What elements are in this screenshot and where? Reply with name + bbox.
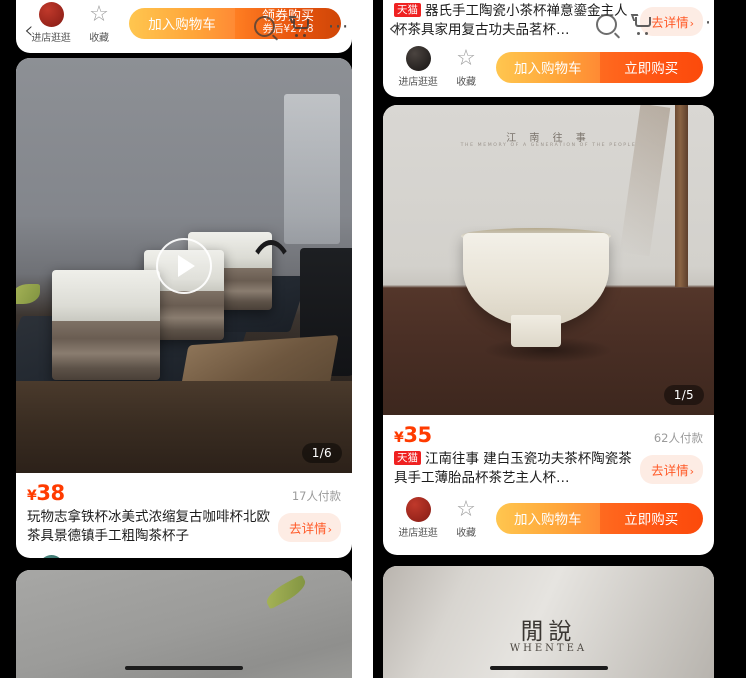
product-price-left: ¥38 [27, 481, 65, 505]
more-menu-right[interactable]: ··· [705, 14, 714, 33]
shop-entry-label: 进店逛逛 [31, 33, 71, 44]
shop-entry-label: 进店逛逛 [398, 77, 438, 89]
tmall-badge: 天猫 [394, 3, 421, 18]
product-video-left[interactable]: 1/6 [16, 58, 352, 473]
currency-symbol: ¥ [27, 488, 37, 504]
buy-now-button-right[interactable]: 立即购买 [599, 502, 703, 534]
media-pager-left: 1/6 [301, 443, 342, 463]
buy-now-button-right-top[interactable]: 立即购买 [599, 51, 703, 83]
product-info-left: ¥38 17人付款 玩物志拿铁杯冰美式浓缩复古咖啡杯北欧茶具景德镇手工粗陶茶杯子… [16, 473, 352, 558]
title-text: 江南往事 建白玉瓷功夫茶杯陶瓷茶具手工薄胎品杯茶艺主人杯… [394, 451, 632, 487]
next-watermark-cn: 閒說 [520, 619, 577, 645]
shop-entry-left[interactable]: 进店逛逛 [27, 555, 75, 558]
buy-group-right-top: 加入购物车 立即购买 [496, 51, 703, 83]
cart-button-left[interactable] [288, 16, 312, 37]
next-product-image-right: 閒說 WHENTEA [383, 566, 714, 678]
search-button-right[interactable] [596, 14, 617, 35]
title-row-left: 玩物志拿铁杯冰美式浓缩复古咖啡杯北欧茶具景德镇手工粗陶茶杯子 去详情› [27, 508, 341, 546]
right-screen: 天猫 器氏手工陶瓷小茶杯禅意鎏金主人杯茶具家用复古功夫品茗杯… 去详情› 进店逛逛… [383, 0, 714, 678]
left-phone-pane: 进店逛逛 ☆ 收藏 加入购物车 领券购买 券后¥27.8 ‹ ··· 1/6 ¥… [0, 0, 373, 678]
search-button-left[interactable] [254, 16, 275, 37]
star-icon: ☆ [87, 555, 112, 558]
cart-button-right[interactable] [630, 14, 654, 35]
go-detail-label: 去详情 [651, 462, 689, 478]
buy-group-right: 加入购物车 立即购买 [496, 502, 703, 534]
add-to-cart-button-right[interactable]: 加入购物车 [496, 502, 600, 534]
shop-avatar-icon [405, 46, 431, 72]
star-icon: ☆ [89, 1, 109, 27]
image-watermark-cn: 江 南 往 事 [506, 133, 591, 144]
right-top-action-bar: 天猫 器氏手工陶瓷小茶杯禅意鎏金主人杯茶具家用复古功夫品茗杯… 去详情› 进店逛逛… [383, 0, 714, 98]
favorite-button-right-top[interactable]: ☆ 收藏 [442, 46, 490, 88]
comparison-stage: 进店逛逛 ☆ 收藏 加入购物车 领券购买 券后¥27.8 ‹ ··· 1/6 ¥… [0, 0, 746, 678]
sold-count-left: 17人付款 [291, 489, 341, 503]
sold-count-right: 62人付款 [653, 431, 703, 445]
product-title-right: 天猫 江南往事 建白玉瓷功夫茶杯陶瓷茶具手工薄胎品杯茶艺主人杯… [394, 450, 634, 488]
shop-entry-right-top[interactable]: 进店逛逛 [394, 46, 442, 88]
cart-icon [630, 14, 654, 35]
chevron-right-icon: › [689, 464, 694, 478]
favorite-button-left-top[interactable]: ☆ 收藏 [75, 2, 123, 44]
favorite-button-right[interactable]: ☆ 收藏 [442, 497, 490, 539]
top-title-row-right: 天猫 器氏手工陶瓷小茶杯禅意鎏金主人杯茶具家用复古功夫品茗杯… 去详情› [383, 0, 714, 40]
play-button[interactable] [156, 237, 212, 294]
go-detail-button-right[interactable]: 去详情› [640, 454, 703, 484]
pane-divider [352, 0, 374, 678]
price-value: 38 [36, 481, 65, 505]
search-icon [254, 16, 275, 37]
product-image-right[interactable]: 江 南 往 事 THE MEMORY OF A GENERATION OF TH… [383, 105, 714, 415]
favorite-button-left[interactable]: ☆ 收藏 [75, 555, 123, 558]
cart-icon [288, 16, 312, 37]
go-detail-label: 去详情 [289, 520, 327, 536]
search-icon [596, 14, 617, 35]
back-button-left[interactable]: ‹ [24, 18, 34, 42]
left-screen: 进店逛逛 ☆ 收藏 加入购物车 领券购买 券后¥27.8 ‹ ··· 1/6 ¥… [16, 0, 352, 678]
actions-row-right: 进店逛逛 ☆ 收藏 加入购物车 立即购买 [394, 497, 703, 539]
add-to-cart-button-left-top[interactable]: 加入购物车 [129, 7, 235, 39]
go-detail-button-left[interactable]: 去详情› [278, 512, 341, 542]
add-to-cart-button-right-top[interactable]: 加入购物车 [496, 51, 600, 83]
shop-avatar-icon [405, 497, 431, 523]
product-info-right: ¥35 62人付款 天猫 江南往事 建白玉瓷功夫茶杯陶瓷茶具手工薄胎品杯茶艺主人杯… [383, 415, 714, 548]
currency-symbol: ¥ [394, 430, 404, 446]
tmall-badge: 天猫 [394, 451, 421, 466]
go-detail-label: 去详情 [651, 14, 689, 30]
shop-avatar-icon [38, 2, 64, 27]
media-pager-right: 1/5 [663, 385, 704, 405]
next-product-card-right[interactable]: 閒說 WHENTEA [383, 566, 714, 678]
more-menu-left[interactable]: ··· [328, 18, 349, 37]
product-photo: 江 南 往 事 THE MEMORY OF A GENERATION OF TH… [383, 105, 714, 415]
home-indicator-right [489, 665, 608, 670]
title-text: 器氏手工陶瓷小茶杯禅意鎏金主人杯茶具家用复古功夫品茗杯… [394, 3, 628, 39]
price-row-right: ¥35 62人付款 [394, 423, 703, 447]
price-value: 35 [403, 423, 432, 447]
favorite-label: 收藏 [456, 528, 476, 540]
star-icon: ☆ [456, 496, 476, 522]
next-watermark-en: WHENTEA [509, 643, 588, 654]
right-phone-pane: 天猫 器氏手工陶瓷小茶杯禅意鎏金主人杯茶具家用复古功夫品茗杯… 去详情› 进店逛逛… [373, 0, 746, 678]
product-title-left: 玩物志拿铁杯冰美式浓缩复古咖啡杯北欧茶具景德镇手工粗陶茶杯子 [27, 509, 270, 545]
favorite-label: 收藏 [456, 77, 476, 89]
shop-entry-label: 进店逛逛 [398, 528, 438, 540]
home-indicator-left [125, 665, 243, 670]
favorite-label: 收藏 [89, 33, 109, 44]
next-product-card-left[interactable] [16, 570, 352, 678]
shop-entry-left-top[interactable]: 进店逛逛 [27, 2, 75, 44]
next-product-image-left [16, 570, 352, 678]
actions-row-left: 进店逛逛 ☆ 收藏 加入购物车 立即购买 [27, 555, 341, 558]
product-card-right[interactable]: 江 南 往 事 THE MEMORY OF A GENERATION OF TH… [383, 105, 714, 555]
price-row-left: ¥38 17人付款 [27, 481, 341, 505]
back-button-right[interactable]: ‹ [388, 16, 398, 40]
product-card-left[interactable]: 1/6 ¥38 17人付款 玩物志拿铁杯冰美式浓缩复古咖啡杯北欧茶具景德镇手工粗… [16, 58, 352, 558]
product-price-right: ¥35 [394, 423, 432, 447]
shop-avatar-icon [38, 555, 64, 558]
chevron-right-icon: › [327, 522, 332, 536]
image-watermark-en: THE MEMORY OF A GENERATION OF THE PEOPLE [460, 143, 637, 148]
coupon-buy-button-left-top[interactable]: 领券购买 券后¥27.8 [235, 7, 341, 39]
chevron-right-icon: › [689, 16, 694, 30]
star-icon: ☆ [456, 45, 476, 71]
title-row-right: 天猫 江南往事 建白玉瓷功夫茶杯陶瓷茶具手工薄胎品杯茶艺主人杯… 去详情› [394, 450, 703, 488]
shop-entry-right[interactable]: 进店逛逛 [394, 497, 442, 539]
